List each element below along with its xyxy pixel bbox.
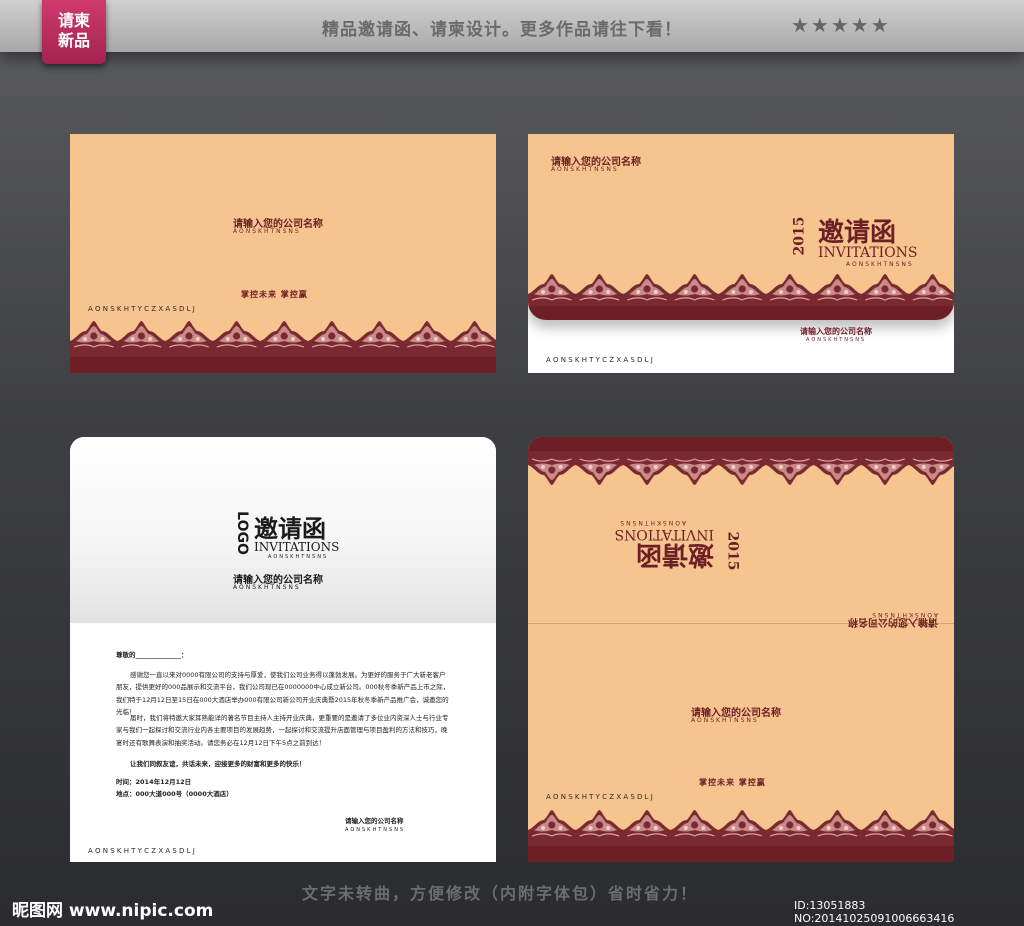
card-front-left: 请输入您的公司名称 AONSKHTNSNS 掌控未来 掌控赢 A O N S K…: [70, 134, 496, 373]
company-sub: AONSKHTNSNS: [233, 228, 301, 235]
card-front-right: 请输入您的公司名称 AONSKHTNSNS 邀请函 2015 INVITATIO…: [528, 134, 954, 373]
ornament-band-top: [528, 437, 954, 489]
letter-row: A O N S K H T Y C Z X A S D L J: [88, 847, 195, 855]
invite-sub: AONSKHTNSNS: [268, 554, 329, 560]
invite-en: INVITATIONS: [254, 540, 340, 554]
badge-line-1: 请柬: [57, 11, 90, 30]
badge-line-2: 新品: [57, 31, 90, 50]
invite-cn: 邀请函: [254, 514, 326, 543]
card-open-right: 邀请函 2015 INVITATIONS AONSKHTNSNS 请输入您的公司…: [528, 437, 954, 862]
slogan: 掌控未来 掌控赢: [699, 778, 766, 787]
flap-panel: 请输入您的公司名称 AONSKHTNSNS 邀请函 2015 INVITATIO…: [528, 134, 954, 320]
image-id: ID:13051883 NO:20141025091006663416: [794, 899, 955, 925]
company-name-bottom: 请输入您的公司名称: [800, 327, 872, 336]
letter-row: A O N S K H T Y C Z X A S D L J: [88, 305, 195, 313]
site-logo[interactable]: 昵图网 www.nipic.com: [12, 896, 213, 921]
event-time: 时间：2014年12月12日: [116, 778, 192, 786]
signature-sub: AONSKHTNSNS: [345, 827, 406, 833]
company-sub: AONSKHTNSNS: [551, 166, 619, 173]
event-place: 地点：000大道000号（0000大酒店）: [116, 790, 233, 798]
year-vertical: 2015: [724, 531, 741, 571]
invite-cn: 邀请函: [818, 218, 897, 248]
closing-line: 让我们同叙友谊，共话未来，迎接更多的财富和更多的快乐！: [130, 760, 306, 768]
flipped-panel: 邀请函 2015 INVITATIONS AONSKHTNSNS 请输入您的公司…: [528, 485, 954, 627]
greeting: 尊敬的______________：: [116, 651, 188, 659]
footer-note: 文字未转曲，方便修改（内附字体包）省时省力！: [302, 884, 699, 903]
invite-sub: AONSKHTNSNS: [846, 261, 914, 268]
card-letter: LOGO 邀请函 INVITATIONS AONSKHTNSNS 请输入您的公司…: [70, 437, 496, 862]
company-sub: AONSKHTNSNS: [870, 611, 938, 618]
fold-line: [528, 623, 954, 624]
new-product-badge: 请柬 新品: [42, 0, 106, 64]
top-banner: 精品邀请函、请柬设计。更多作品请往下看！ ★★★★★: [0, 0, 1024, 52]
invite-cn: 邀请函: [635, 539, 714, 569]
slogan: 掌控未来 掌控赢: [241, 290, 308, 299]
ornament-band: [528, 806, 954, 862]
company-sub: AONSKHTNSNS: [233, 584, 301, 591]
signature: 请输入您的公司名称: [345, 817, 404, 825]
company-sub: AONSKHTNSNS: [691, 717, 759, 724]
banner-title: 精品邀请函、请柬设计。更多作品请往下看！: [322, 20, 682, 40]
invite-en: INVITATIONS: [818, 245, 918, 261]
invite-sub: AONSKHTNSNS: [618, 519, 686, 526]
rating-stars: ★★★★★: [791, 13, 891, 37]
letter-body-2: 届时，我们将特邀大家耳熟能详的著名节目主持人主持开业庆典，更重要的是邀请了多位业…: [116, 714, 449, 747]
logo-vertical: LOGO: [233, 511, 250, 555]
ornament-band: [528, 270, 954, 320]
company-sub-bottom: AONSKHTNSNS: [806, 337, 867, 343]
letter-row: A O N S K H T Y C Z X A S D L J: [546, 793, 653, 801]
ornament-band: [70, 317, 496, 373]
letter-row: A O N S K H T Y C Z X A S D L J: [546, 356, 653, 364]
year-vertical: 2015: [791, 216, 808, 256]
invite-en: INVITATIONS: [614, 526, 714, 542]
